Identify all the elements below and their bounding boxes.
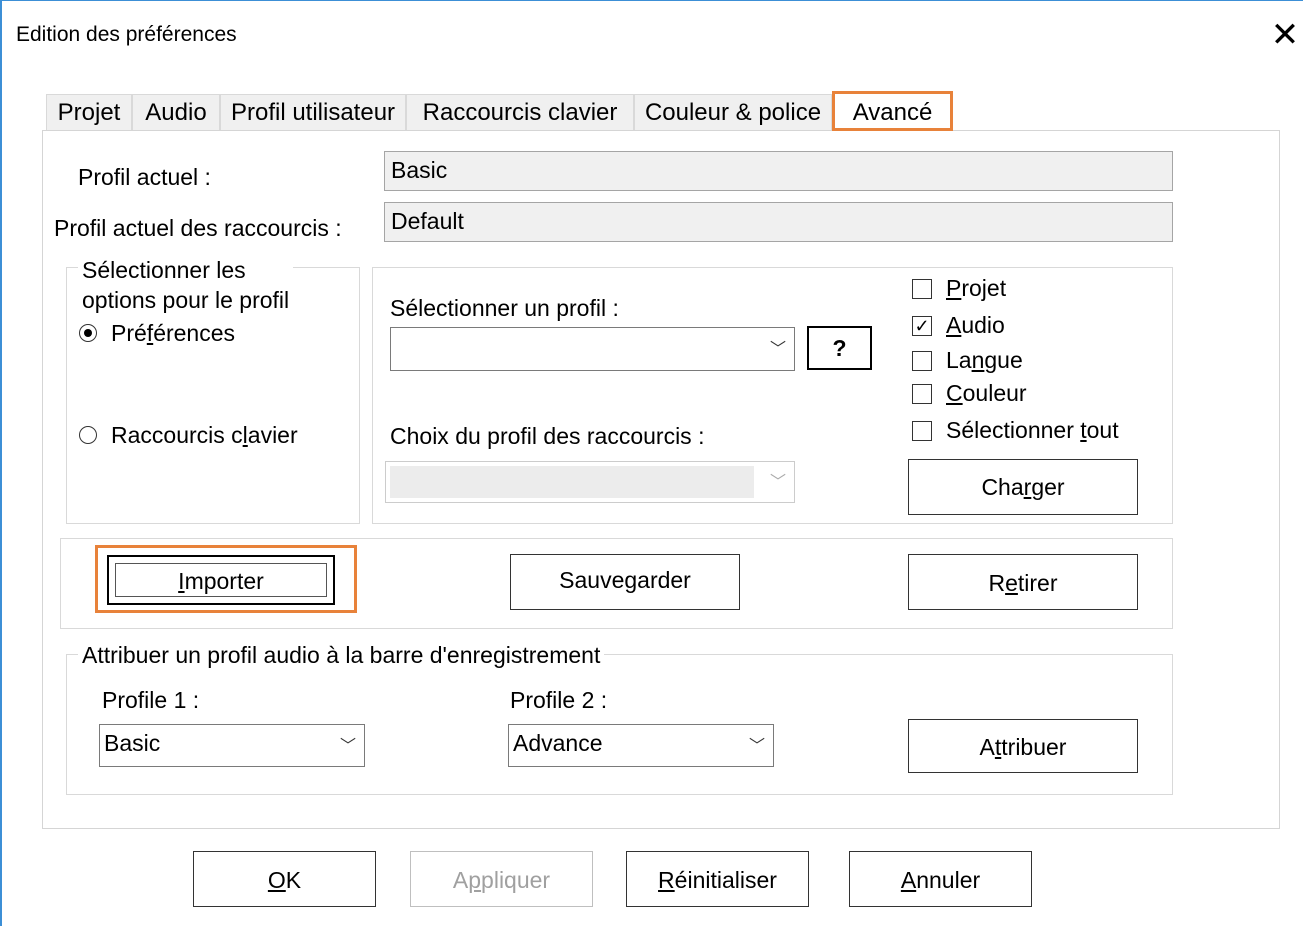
profile1-label: Profile 1 : — [102, 687, 200, 713]
checkbox-couleur-label[interactable]: Couleur — [946, 380, 1027, 407]
checkbox-select-all[interactable] — [912, 421, 932, 441]
apply-button[interactable]: Appliquer — [410, 851, 593, 907]
checkbox-projet-label[interactable]: Projet — [946, 275, 1006, 302]
current-profile-field: Basic — [384, 151, 1173, 191]
shortcuts-choice-dropdown[interactable]: ﹀ — [385, 461, 795, 503]
charger-button[interactable]: Charger — [908, 459, 1138, 515]
profile2-dropdown[interactable]: Advance ﹀ — [508, 724, 774, 767]
chevron-down-icon: ﹀ — [748, 738, 765, 755]
tab-profil-utilisateur[interactable]: Profil utilisateur — [220, 94, 406, 130]
shortcuts-radio-label[interactable]: Raccourcis clavier — [111, 422, 298, 449]
close-icon[interactable]: ✕ — [1270, 15, 1300, 55]
checkbox-langue-label[interactable]: Langue — [946, 347, 1023, 374]
check-icon: ✓ — [914, 316, 930, 336]
shortcuts-choice-label: Choix du profil des raccourcis : — [390, 423, 705, 449]
save-button[interactable]: Sauvegarder — [510, 554, 740, 610]
tab-projet[interactable]: Projet — [46, 94, 132, 130]
profile2-label: Profile 2 : — [510, 687, 608, 713]
profile1-value: Basic — [104, 730, 161, 756]
help-button[interactable]: ? — [807, 326, 872, 370]
checkbox-couleur[interactable] — [912, 384, 932, 404]
assign-audio-profile-legend: Attribuer un profil audio à la barre d'e… — [78, 641, 605, 669]
tab-couleur-police[interactable]: Couleur & police — [634, 94, 832, 130]
window-title: Edition des préférences — [16, 23, 237, 46]
select-profile-label: Sélectionner un profil : — [390, 295, 619, 321]
checkbox-select-all-label[interactable]: Sélectionner tout — [946, 417, 1119, 444]
assign-button[interactable]: Attribuer — [908, 719, 1138, 773]
checkbox-audio-label[interactable]: Audio — [946, 312, 1005, 339]
remove-button[interactable]: Retirer — [908, 554, 1138, 610]
profile1-dropdown[interactable]: Basic ﹀ — [99, 724, 365, 767]
preferences-radio-label[interactable]: Préférences — [111, 320, 235, 347]
chevron-down-icon: ﹀ — [769, 474, 786, 491]
current-shortcuts-profile-field: Default — [384, 202, 1173, 242]
chevron-down-icon: ﹀ — [769, 341, 786, 358]
preferences-radio[interactable] — [79, 324, 97, 342]
current-shortcuts-profile-label: Profil actuel des raccourcis : — [54, 215, 342, 241]
chevron-down-icon: ﹀ — [339, 738, 356, 755]
profile-options-legend: Sélectionner les options pour le profil — [78, 255, 294, 315]
tab-raccourcis-clavier[interactable]: Raccourcis clavier — [406, 94, 634, 130]
reset-button[interactable]: Réinitialiser — [626, 851, 809, 907]
preferences-dialog: Edition des préférences ✕ Projet Audio P… — [0, 0, 1303, 926]
checkbox-projet[interactable] — [912, 279, 932, 299]
shortcuts-choice-value — [390, 466, 754, 498]
import-button[interactable]: Importer — [107, 555, 335, 605]
profile2-value: Advance — [513, 730, 603, 756]
checkbox-audio[interactable]: ✓ — [912, 316, 932, 336]
tab-audio[interactable]: Audio — [132, 94, 220, 130]
cancel-button[interactable]: Annuler — [849, 851, 1032, 907]
checkbox-langue[interactable] — [912, 351, 932, 371]
shortcuts-radio[interactable] — [79, 426, 97, 444]
ok-button[interactable]: OK — [193, 851, 376, 907]
tab-avance[interactable]: Avancé — [832, 91, 953, 131]
current-profile-label: Profil actuel : — [78, 164, 211, 190]
select-profile-dropdown[interactable]: ﹀ — [390, 327, 795, 371]
